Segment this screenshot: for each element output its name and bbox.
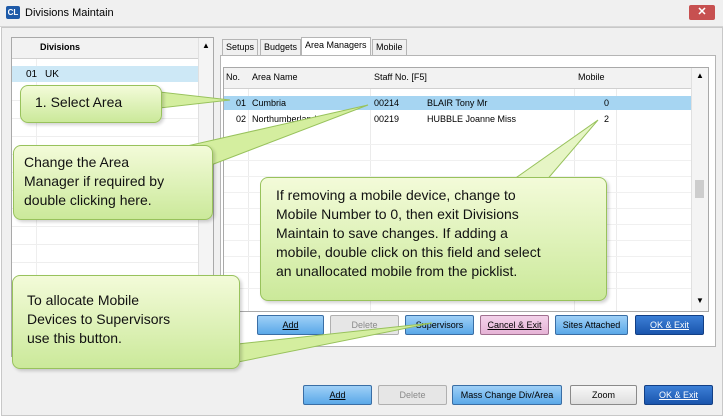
callout-line: Devices to Supervisors bbox=[27, 311, 171, 327]
callout-change-manager: Change the Area Manager if required by d… bbox=[13, 145, 213, 220]
callout-select-area-text: 1. Select Area bbox=[35, 94, 123, 110]
callout-line: an unallocated mobile from the picklist. bbox=[276, 263, 518, 279]
callout-supervisors: To allocate Mobile Devices to Supervisor… bbox=[12, 275, 240, 369]
callout-select-area: 1. Select Area bbox=[20, 85, 162, 123]
callout-line: If removing a mobile device, change to bbox=[276, 187, 516, 203]
callout-line: use this button. bbox=[27, 330, 122, 346]
pointer-supervisors bbox=[237, 322, 433, 363]
callout-line: Maintain to save changes. If adding a bbox=[276, 225, 508, 241]
callout-line: Change the Area bbox=[24, 154, 130, 170]
callout-line: To allocate Mobile bbox=[27, 292, 140, 308]
callout-line: Manager if required by bbox=[24, 173, 165, 189]
callout-mobile-device: If removing a mobile device, change to M… bbox=[260, 177, 607, 301]
callout-line: Mobile Number to 0, then exit Divisions bbox=[276, 206, 519, 222]
callout-line: mobile, double click on this field and s… bbox=[276, 244, 541, 260]
pointer-mobile bbox=[508, 119, 599, 183]
callout-line: double clicking here. bbox=[24, 192, 152, 208]
pointer-select-area bbox=[159, 91, 231, 109]
